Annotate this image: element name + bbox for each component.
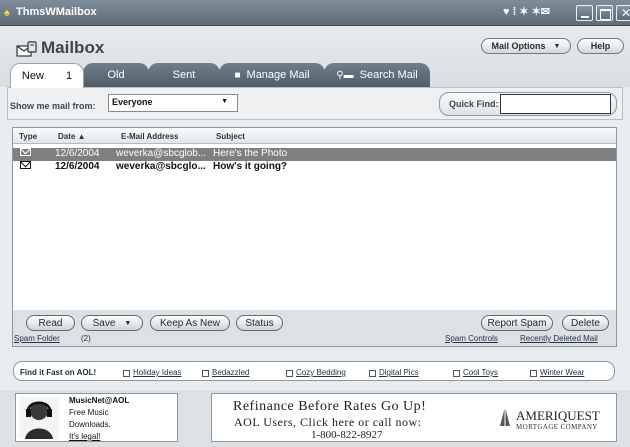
musicnet-title: MusicNet@AOL [69,396,130,405]
message-subject: How's it going? [213,161,288,172]
find-link-cozy-bedding[interactable]: Cozy Bedding [286,368,346,377]
help-button[interactable]: Help [577,38,624,54]
window-title: ThmsWMailbox [16,6,97,18]
find-link-digital-pics[interactable]: Digital Pics [369,368,419,377]
folder-icon: ■ [234,69,241,81]
dropdown-arrow-icon: ▼ [221,98,228,105]
page-title: Mailbox [41,38,105,57]
toolbar-status-icons[interactable]: ♥ ⁞ ✶ ✶✉ [503,5,550,18]
message-email: weverka@sbcglo... [116,161,206,172]
tab-new[interactable]: New 1 [10,63,84,88]
tab-label: Search Mail [359,69,418,81]
mail-options-button[interactable]: Mail Options ▼ [481,38,571,54]
save-label: Save [92,317,116,329]
tab-manage-mail[interactable]: ■ Manage Mail [219,63,325,87]
close-button[interactable] [616,5,630,21]
tab-label: Manage Mail [246,69,310,81]
message-date: 12/6/2004 [55,148,100,159]
title-bar: ♠ ThmsWMailbox ♥ ⁞ ✶ ✶✉ [0,0,630,26]
musicnet-line: Downloads. [69,420,111,429]
new-count-badge: 1 [65,70,73,82]
music-listener-image [19,397,59,439]
save-button[interactable]: Save ▼ [81,315,143,331]
col-subject[interactable]: Subject [216,132,245,141]
find-link-cool-toys[interactable]: Cool Toys [453,368,498,377]
status-button[interactable]: Status [236,315,283,331]
mail-options-label: Mail Options [491,41,546,51]
ad-subline: AOL Users, Click here or call now: [234,415,422,429]
show-mail-from-label: Show me mail from: [10,101,96,111]
col-type[interactable]: Type [19,132,37,141]
tab-search-mail[interactable]: ⚲▬ Search Mail [324,63,430,87]
maximize-button[interactable] [596,5,613,21]
show-mail-from-select[interactable]: Everyone ▼ [108,94,238,112]
tab-old[interactable]: Old [83,63,149,87]
ameriquest-logo-icon [500,407,510,426]
spam-folder-count: (2) [81,334,91,343]
ad-brand: AMERIQUEST [516,408,600,423]
message-date: 12/6/2004 [55,161,100,172]
message-row[interactable]: 12/6/2004 weverka@sbcglob... Here's the … [13,148,616,161]
col-email[interactable]: E-Mail Address [121,132,179,141]
find-link-holiday-ideas[interactable]: Holiday Ideas [122,368,181,377]
quick-find-input[interactable] [500,94,611,114]
message-row[interactable]: 12/6/2004 weverka@sbcglo... How's it goi… [13,161,616,174]
keep-as-new-button[interactable]: Keep As New [150,315,230,331]
dropdown-arrow-icon: ▼ [124,319,132,327]
spam-controls-link[interactable]: Spam Controls [445,334,498,343]
spam-folder-link[interactable]: Spam Folder [14,334,60,343]
aol-running-man-icon: ♠ [4,7,10,19]
column-header: Type Date ▲ E-Mail Address Subject [13,128,616,144]
recently-deleted-link[interactable]: Recently Deleted Mail [520,334,598,343]
tab-label: New [21,70,44,82]
ad-headline: Refinance Before Rates Go Up! [233,399,427,414]
col-date[interactable]: Date ▲ [58,132,85,141]
musicnet-legal-link[interactable]: It's legal! [69,432,100,441]
delete-button[interactable]: Delete [562,315,609,331]
find-it-fast-title: Find it Fast on AOL! [20,368,97,377]
musicnet-line: Free Music [69,408,109,417]
find-link-winter-wear[interactable]: Winter Wear [529,368,584,377]
quick-find-label: Quick Find: [449,99,499,109]
search-people-icon: ⚲▬ [336,69,354,81]
ad-phone: 1-800-822-8927 [311,429,383,441]
read-button[interactable]: Read [26,315,75,331]
select-value: Everyone [112,97,153,107]
find-link-bedazzled[interactable]: Bedazzled [201,368,249,377]
ad-brand-sub: MORTGAGE COMPANY [516,423,598,431]
dropdown-arrow-icon: ▼ [553,42,561,50]
message-email: weverka@sbcglob... [116,148,207,159]
tab-sent[interactable]: Sent [148,63,220,87]
mailbox-icon [16,41,37,57]
minimize-button[interactable] [576,5,593,21]
message-subject: Here's the Photo [213,148,288,159]
report-spam-button[interactable]: Report Spam [481,315,553,331]
